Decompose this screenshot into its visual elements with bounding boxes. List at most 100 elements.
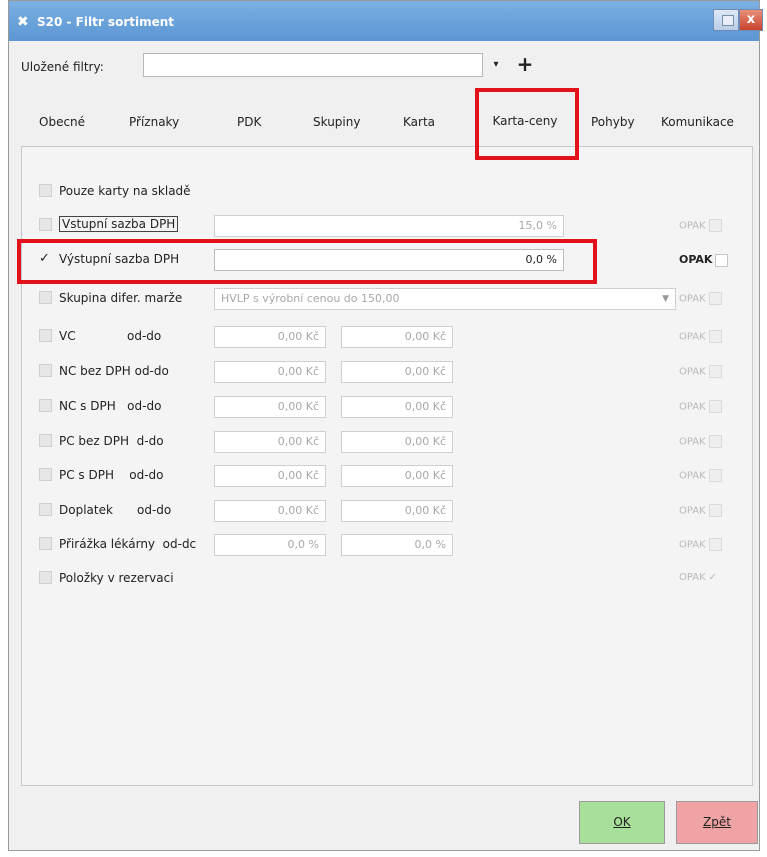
tab-pdk[interactable]: PDK (237, 115, 261, 129)
vstupni-sazba-field[interactable]: 15,0 % (214, 215, 564, 237)
nc-s-label: NC s DPH od-do (59, 399, 162, 413)
app-logo-icon: ✖ (17, 14, 29, 30)
opak-checkbox[interactable] (708, 292, 722, 305)
pouze-karty-checkbox[interactable] (39, 184, 52, 197)
opak-label: OPAK (679, 366, 706, 378)
opak-label: OPAK (679, 539, 706, 551)
skupina-marze-checkbox[interactable] (39, 291, 52, 304)
opak-checkbox[interactable] (715, 253, 729, 267)
back-label: Zpět (703, 815, 731, 829)
opak-checkbox[interactable] (708, 435, 722, 448)
row-polozky: Položky v rezervaci OPAK ✓ (39, 568, 739, 590)
vc-sub-label: od-do (127, 329, 162, 343)
skupina-opak: OPAK (679, 292, 722, 305)
opak-label: OPAK (679, 331, 706, 343)
pc-bez-checkbox[interactable] (39, 434, 52, 447)
doplatek-opak: OPAK (679, 504, 722, 517)
nc-s-checkbox[interactable] (39, 399, 52, 412)
vc-checkbox[interactable] (39, 329, 52, 342)
ok-button[interactable]: OK (579, 801, 665, 844)
tab-bar: Obecné Příznaky PDK Skupiny Karta Karta-… (9, 101, 761, 141)
row-highlight-box (17, 239, 597, 284)
doplatek-to-field[interactable]: 0,00 Kč (341, 500, 453, 522)
tab-pohyby[interactable]: Pohyby (591, 115, 635, 129)
pc-bez-label: PC bez DPH d-do (59, 434, 164, 448)
tab-priznaky[interactable]: Příznaky (129, 115, 179, 129)
vc-from-field[interactable]: 0,00 Kč (214, 326, 326, 348)
doplatek-label: Doplatek (59, 503, 113, 517)
row-pc-s: PC s DPH od-do 0,00 Kč 0,00 Kč OPAK (39, 465, 739, 487)
skupina-marze-label: Skupina difer. marže (59, 291, 183, 305)
nc-s-opak: OPAK (679, 400, 722, 413)
row-nc-s: NC s DPH od-do 0,00 Kč 0,00 Kč OPAK (39, 396, 739, 418)
doplatek-checkbox[interactable] (39, 503, 52, 516)
pc-bez-to-field[interactable]: 0,00 Kč (341, 431, 453, 453)
pc-s-to-field[interactable]: 0,00 Kč (341, 465, 453, 487)
vc-label: VC (59, 329, 76, 343)
opak-label: OPAK (679, 572, 706, 583)
vstupni-sazba-checkbox[interactable] (39, 218, 52, 231)
prirazka-checkbox[interactable] (39, 537, 52, 550)
opak-label: OPAK (679, 470, 706, 482)
opak-checkbox[interactable] (708, 469, 722, 482)
polozky-opak: OPAK ✓ (679, 572, 717, 583)
tab-skupiny[interactable]: Skupiny (313, 115, 360, 129)
saved-filters-input[interactable] (143, 53, 483, 77)
prirazka-to-field[interactable]: 0,0 % (341, 534, 453, 556)
polozky-label: Položky v rezervaci (59, 571, 174, 585)
tab-obecne[interactable]: Obecné (39, 115, 85, 129)
back-button[interactable]: Zpět (676, 801, 758, 844)
nc-s-to-field[interactable]: 0,00 Kč (341, 396, 453, 418)
close-button[interactable]: x (739, 9, 763, 31)
prirazka-opak: OPAK (679, 538, 722, 551)
pc-bez-from-field[interactable]: 0,00 Kč (214, 431, 326, 453)
filter-dialog: ✖ S20 - Filtr sortiment x Uložené filtry… (8, 0, 763, 851)
pc-bez-opak: OPAK (679, 435, 722, 448)
nc-s-from-field[interactable]: 0,00 Kč (214, 396, 326, 418)
window-title: S20 - Filtr sortiment (37, 15, 175, 29)
tab-karta[interactable]: Karta (403, 115, 435, 129)
opak-label: OPAK (679, 401, 706, 413)
pc-s-label: PC s DPH od-do (59, 468, 164, 482)
nc-bez-checkbox[interactable] (39, 364, 52, 377)
check-icon[interactable]: ✓ (709, 572, 717, 583)
opak-checkbox[interactable] (708, 538, 722, 551)
chevron-down-icon: ▼ (662, 294, 669, 304)
vc-to-field[interactable]: 0,00 Kč (341, 326, 453, 348)
tab-highlight-box (475, 88, 579, 160)
opak-label: OPAK (679, 505, 706, 517)
pc-s-checkbox[interactable] (39, 468, 52, 481)
pc-s-from-field[interactable]: 0,00 Kč (214, 465, 326, 487)
row-skupina-marze: Skupina difer. marže HVLP s výrobní ceno… (39, 288, 739, 310)
nc-bez-opak: OPAK (679, 365, 722, 378)
polozky-checkbox[interactable] (39, 571, 52, 584)
row-nc-bez: NC bez DPH od-do 0,00 Kč 0,00 Kč OPAK (39, 361, 739, 383)
pc-s-opak: OPAK (679, 469, 722, 482)
nc-bez-from-field[interactable]: 0,00 Kč (214, 361, 326, 383)
pouze-karty-label: Pouze karty na skladě (59, 184, 191, 198)
doplatek-sub-label: od-do (137, 503, 172, 517)
vc-opak: OPAK (679, 330, 722, 343)
opak-checkbox[interactable] (708, 219, 722, 232)
opak-checkbox[interactable] (708, 504, 722, 517)
row-prirazka: Přirážka lékárny od-dc 0,0 % 0,0 % OPAK (39, 534, 739, 556)
opak-label: OPAK (679, 293, 706, 305)
opak-checkbox[interactable] (708, 365, 722, 378)
chevron-down-icon[interactable]: ▾ (483, 53, 509, 77)
prirazka-from-field[interactable]: 0,0 % (214, 534, 326, 556)
title-bar[interactable]: ✖ S20 - Filtr sortiment x (9, 1, 763, 41)
opak-checkbox[interactable] (708, 400, 722, 413)
prirazka-label: Přirážka lékárny od-dc (59, 537, 197, 551)
nc-bez-to-field[interactable]: 0,00 Kč (341, 361, 453, 383)
opak-checkbox[interactable] (708, 330, 722, 343)
vstupni-opak: OPAK (679, 219, 722, 232)
nc-bez-label: NC bez DPH od-do (59, 364, 169, 378)
row-pc-bez: PC bez DPH d-do 0,00 Kč 0,00 Kč OPAK (39, 431, 739, 453)
tab-komunikace[interactable]: Komunikace (661, 115, 734, 129)
doplatek-from-field[interactable]: 0,00 Kč (214, 500, 326, 522)
row-pouze-karty: Pouze karty na skladě (39, 181, 739, 203)
saved-filters-label: Uložené filtry: (21, 60, 104, 74)
skupina-marze-select[interactable]: HVLP s výrobní cenou do 150,00 ▼ (214, 288, 676, 310)
add-filter-button[interactable]: + (513, 51, 537, 77)
maximize-button[interactable] (713, 9, 739, 31)
